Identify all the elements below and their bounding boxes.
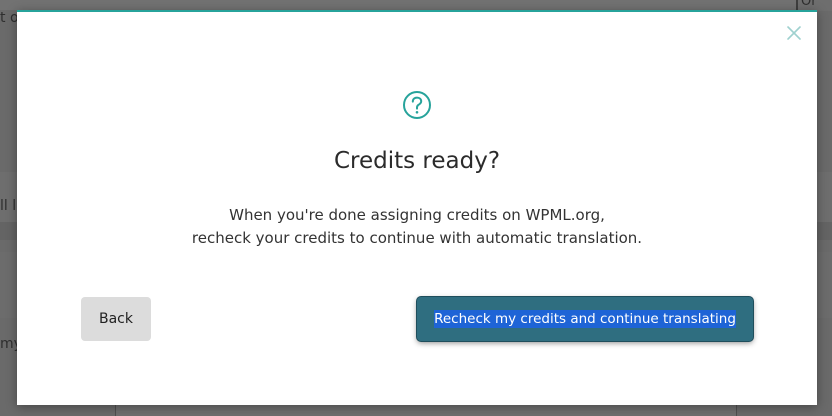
background-text-fragment: Or — [801, 0, 817, 9]
credits-ready-dialog: Credits ready? When you're done assignin… — [17, 10, 817, 405]
question-circle-icon — [401, 89, 433, 121]
background-input-field — [115, 405, 737, 416]
dialog-title: Credits ready? — [333, 148, 501, 174]
background-top-strip — [0, 0, 832, 10]
description-line: When you're done assigning credits on WP… — [229, 206, 605, 224]
close-button[interactable] — [786, 25, 802, 41]
background-text-fragment: t o — [0, 10, 19, 26]
description-line: recheck your credits to continue with au… — [191, 229, 643, 247]
close-icon — [787, 26, 801, 40]
recheck-credits-label: Recheck my credits and continue translat… — [434, 310, 736, 328]
dialog-description: When you're done assigning credits on WP… — [17, 204, 817, 250]
recheck-credits-button[interactable]: Recheck my credits and continue translat… — [417, 297, 753, 341]
back-button[interactable]: Back — [81, 297, 151, 341]
